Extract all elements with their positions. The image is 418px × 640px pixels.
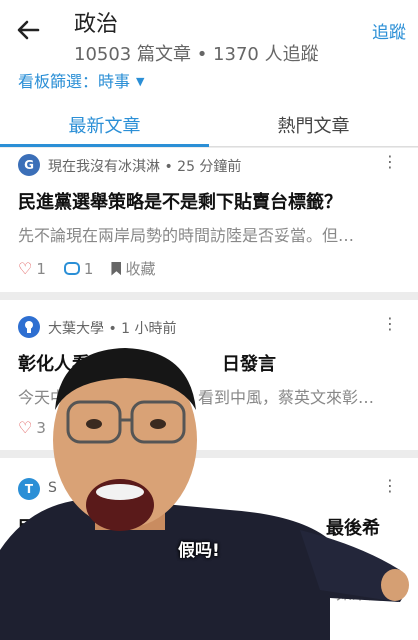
follow-button[interactable]: 追蹤: [372, 18, 406, 43]
comment-button[interactable]: 1: [63, 259, 94, 278]
tab-latest[interactable]: 最新文章: [0, 112, 209, 138]
tab-bar: 最新文章 熱門文章: [0, 100, 418, 147]
save-button[interactable]: 收藏: [111, 258, 155, 279]
tab-active-indicator: [0, 144, 209, 147]
header: 政治 10503 篇文章 • 1370 人追蹤 追蹤 看板篩選：時事 ▼ 最新文章…: [0, 0, 418, 147]
school-avatar-icon: [18, 316, 40, 338]
heart-icon: ♡: [18, 259, 33, 278]
more-options-icon[interactable]: ⋮: [382, 152, 398, 171]
like-button[interactable]: ♡ 1: [18, 259, 46, 278]
bookmark-icon: [111, 261, 122, 276]
caret-down-icon: ▼: [136, 75, 145, 88]
board-title: 政治: [74, 12, 119, 37]
filter-label: 看板篩選：時事: [18, 72, 131, 91]
like-count: 1: [36, 259, 46, 278]
comment-count: 1: [83, 259, 94, 278]
tab-popular[interactable]: 熱門文章: [209, 112, 418, 138]
avatar: G: [18, 154, 40, 176]
board-filter-dropdown[interactable]: 看板篩選：時事 ▼: [18, 68, 144, 92]
post-meta: 大葉大學 • 1 小時前: [48, 321, 177, 337]
post-excerpt: 先不論現在兩岸局勢的時間訪陸是否妥當。但…: [18, 226, 355, 245]
post-meta: 現在我沒有冰淇淋 • 25 分鐘前: [48, 159, 242, 175]
post-card[interactable]: G 現在我沒有冰淇淋 • 25 分鐘前 ⋮ 民進黨選舉策略是不是剩下貼賣台標籤？…: [0, 148, 418, 292]
post-title: 民進黨選舉策略是不是剩下貼賣台標籤？: [18, 192, 342, 213]
meme-sticker-image: [0, 348, 409, 640]
save-label: 收藏: [125, 260, 156, 278]
more-options-icon[interactable]: ⋮: [382, 314, 398, 333]
post-actions: ♡ 1 1 收藏: [18, 258, 167, 279]
back-arrow-icon[interactable]: [14, 16, 42, 44]
comment-icon: [63, 262, 80, 275]
board-stats: 10503 篇文章 • 1370 人追蹤: [74, 44, 319, 65]
meme-caption: 假吗!: [178, 541, 220, 561]
